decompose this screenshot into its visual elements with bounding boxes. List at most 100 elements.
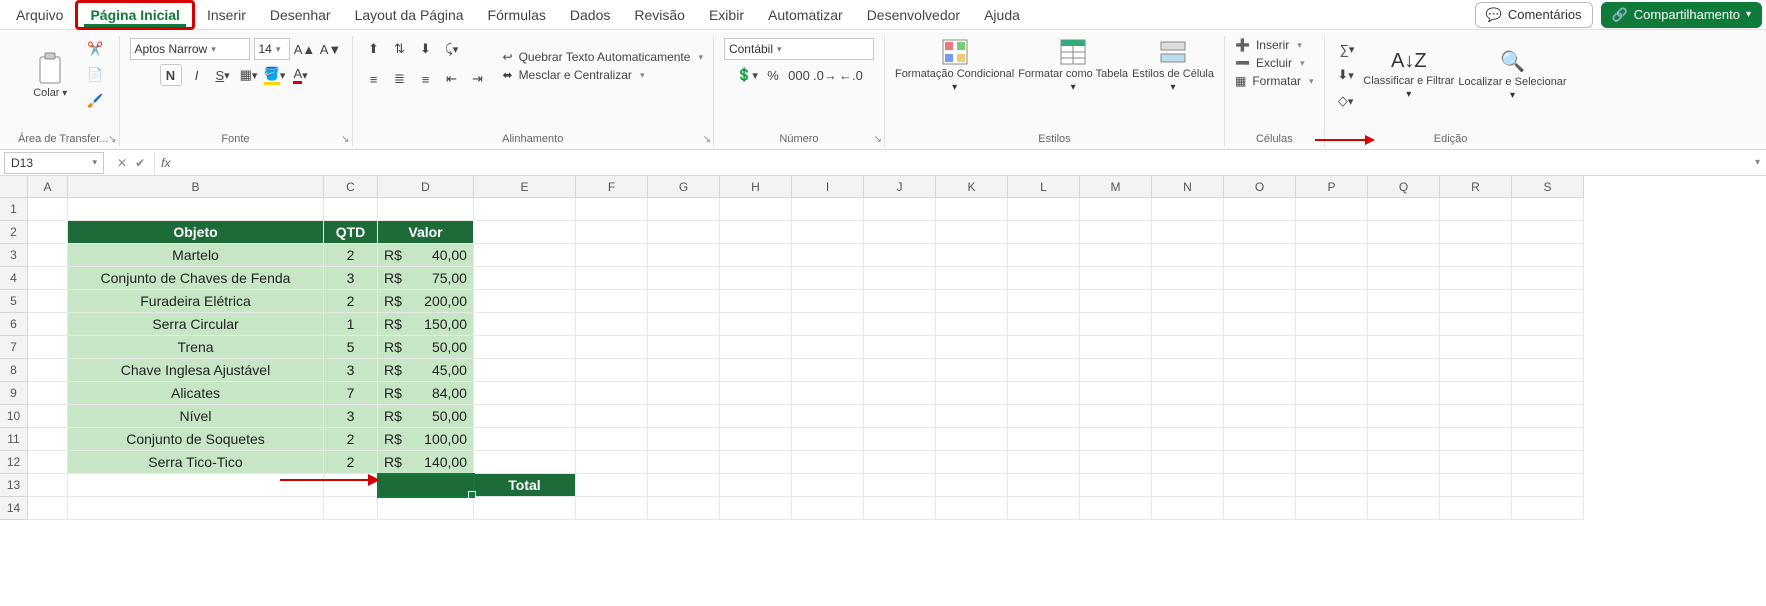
cell-F4[interactable] [576,267,648,290]
cell-F9[interactable] [576,382,648,405]
number-dialog-launcher[interactable]: ↘ [874,134,882,145]
col-header-F[interactable]: F [576,176,648,198]
italic-button[interactable]: I [186,64,208,86]
inc-decimal-button[interactable]: .0→ [814,64,836,86]
cell-C4[interactable]: 3 [324,267,378,290]
row-header-11[interactable]: 11 [0,428,28,451]
cell-S4[interactable] [1512,267,1584,290]
cell-S13[interactable] [1512,474,1584,497]
cell-I9[interactable] [792,382,864,405]
cell-F6[interactable] [576,313,648,336]
cell-B13[interactable] [68,474,324,497]
comma-button[interactable]: 000 [788,64,810,86]
col-header-G[interactable]: G [648,176,720,198]
cell-S11[interactable] [1512,428,1584,451]
cell-N8[interactable] [1152,359,1224,382]
menu-desenvolvedor[interactable]: Desenvolvedor [855,3,972,27]
cell-H8[interactable] [720,359,792,382]
header-B[interactable]: Objeto [68,221,324,244]
select-all-corner[interactable] [0,176,28,198]
cell-D13[interactable] [378,474,474,497]
cell-P10[interactable] [1296,405,1368,428]
cell-D3[interactable]: R$40,00 [378,244,474,267]
cell-O9[interactable] [1224,382,1296,405]
cell-N9[interactable] [1152,382,1224,405]
col-header-C[interactable]: C [324,176,378,198]
cell-C7[interactable]: 5 [324,336,378,359]
cell-G2[interactable] [648,221,720,244]
cell-O11[interactable] [1224,428,1296,451]
cell-P8[interactable] [1296,359,1368,382]
align-bottom-button[interactable]: ⬇ [415,38,437,60]
cell-F5[interactable] [576,290,648,313]
cell-S9[interactable] [1512,382,1584,405]
cell-R9[interactable] [1440,382,1512,405]
cell-L9[interactable] [1008,382,1080,405]
cell-K6[interactable] [936,313,1008,336]
cell-O2[interactable] [1224,221,1296,244]
row-header-9[interactable]: 9 [0,382,28,405]
delete-cells-button[interactable]: ➖Excluir [1235,56,1314,70]
cell-F14[interactable] [576,497,648,520]
cell-K11[interactable] [936,428,1008,451]
cell-K4[interactable] [936,267,1008,290]
cell-J3[interactable] [864,244,936,267]
format-cells-button[interactable]: ▦Formatar [1235,74,1314,88]
cell-I10[interactable] [792,405,864,428]
cell-P9[interactable] [1296,382,1368,405]
cell-D1[interactable] [378,198,474,221]
cell-D4[interactable]: R$75,00 [378,267,474,290]
cell-I1[interactable] [792,198,864,221]
cell-F2[interactable] [576,221,648,244]
cell-G4[interactable] [648,267,720,290]
cell-D10[interactable]: R$50,00 [378,405,474,428]
cell-Q14[interactable] [1368,497,1440,520]
cell-L14[interactable] [1008,497,1080,520]
cell-P2[interactable] [1296,221,1368,244]
row-header-8[interactable]: 8 [0,359,28,382]
alignment-dialog-launcher[interactable]: ↘ [703,134,711,145]
cell-S5[interactable] [1512,290,1584,313]
wrap-text-button[interactable]: ↩Quebrar Texto Automaticamente [503,50,703,64]
cell-L2[interactable] [1008,221,1080,244]
cell-O3[interactable] [1224,244,1296,267]
cell-C5[interactable]: 2 [324,290,378,313]
underline-button[interactable]: S▾ [212,64,234,86]
cell-M5[interactable] [1080,290,1152,313]
cell-N13[interactable] [1152,474,1224,497]
cell-F10[interactable] [576,405,648,428]
cell-G9[interactable] [648,382,720,405]
cell-Q8[interactable] [1368,359,1440,382]
format-as-table-button[interactable]: Formatar como Tabela [1018,38,1128,93]
cell-A8[interactable] [28,359,68,382]
cell-O12[interactable] [1224,451,1296,474]
cell-I2[interactable] [792,221,864,244]
col-header-I[interactable]: I [792,176,864,198]
cell-S3[interactable] [1512,244,1584,267]
cell-styles-button[interactable]: Estilos de Célula [1132,38,1214,93]
cell-E9[interactable] [474,382,576,405]
cell-A3[interactable] [28,244,68,267]
cell-L1[interactable] [1008,198,1080,221]
cell-O10[interactable] [1224,405,1296,428]
cell-L6[interactable] [1008,313,1080,336]
cell-I5[interactable] [792,290,864,313]
merge-center-button[interactable]: ⬌Mesclar e Centralizar [503,68,703,82]
cell-M12[interactable] [1080,451,1152,474]
cell-Q10[interactable] [1368,405,1440,428]
cell-P4[interactable] [1296,267,1368,290]
menu-inserir[interactable]: Inserir [195,3,258,27]
row-header-13[interactable]: 13 [0,474,28,497]
cell-S12[interactable] [1512,451,1584,474]
cell-P1[interactable] [1296,198,1368,221]
row-header-1[interactable]: 1 [0,198,28,221]
cell-J14[interactable] [864,497,936,520]
cell-R5[interactable] [1440,290,1512,313]
cell-B10[interactable]: Nível [68,405,324,428]
cell-L3[interactable] [1008,244,1080,267]
cell-A6[interactable] [28,313,68,336]
cell-R6[interactable] [1440,313,1512,336]
cell-P13[interactable] [1296,474,1368,497]
cell-H3[interactable] [720,244,792,267]
cell-M4[interactable] [1080,267,1152,290]
